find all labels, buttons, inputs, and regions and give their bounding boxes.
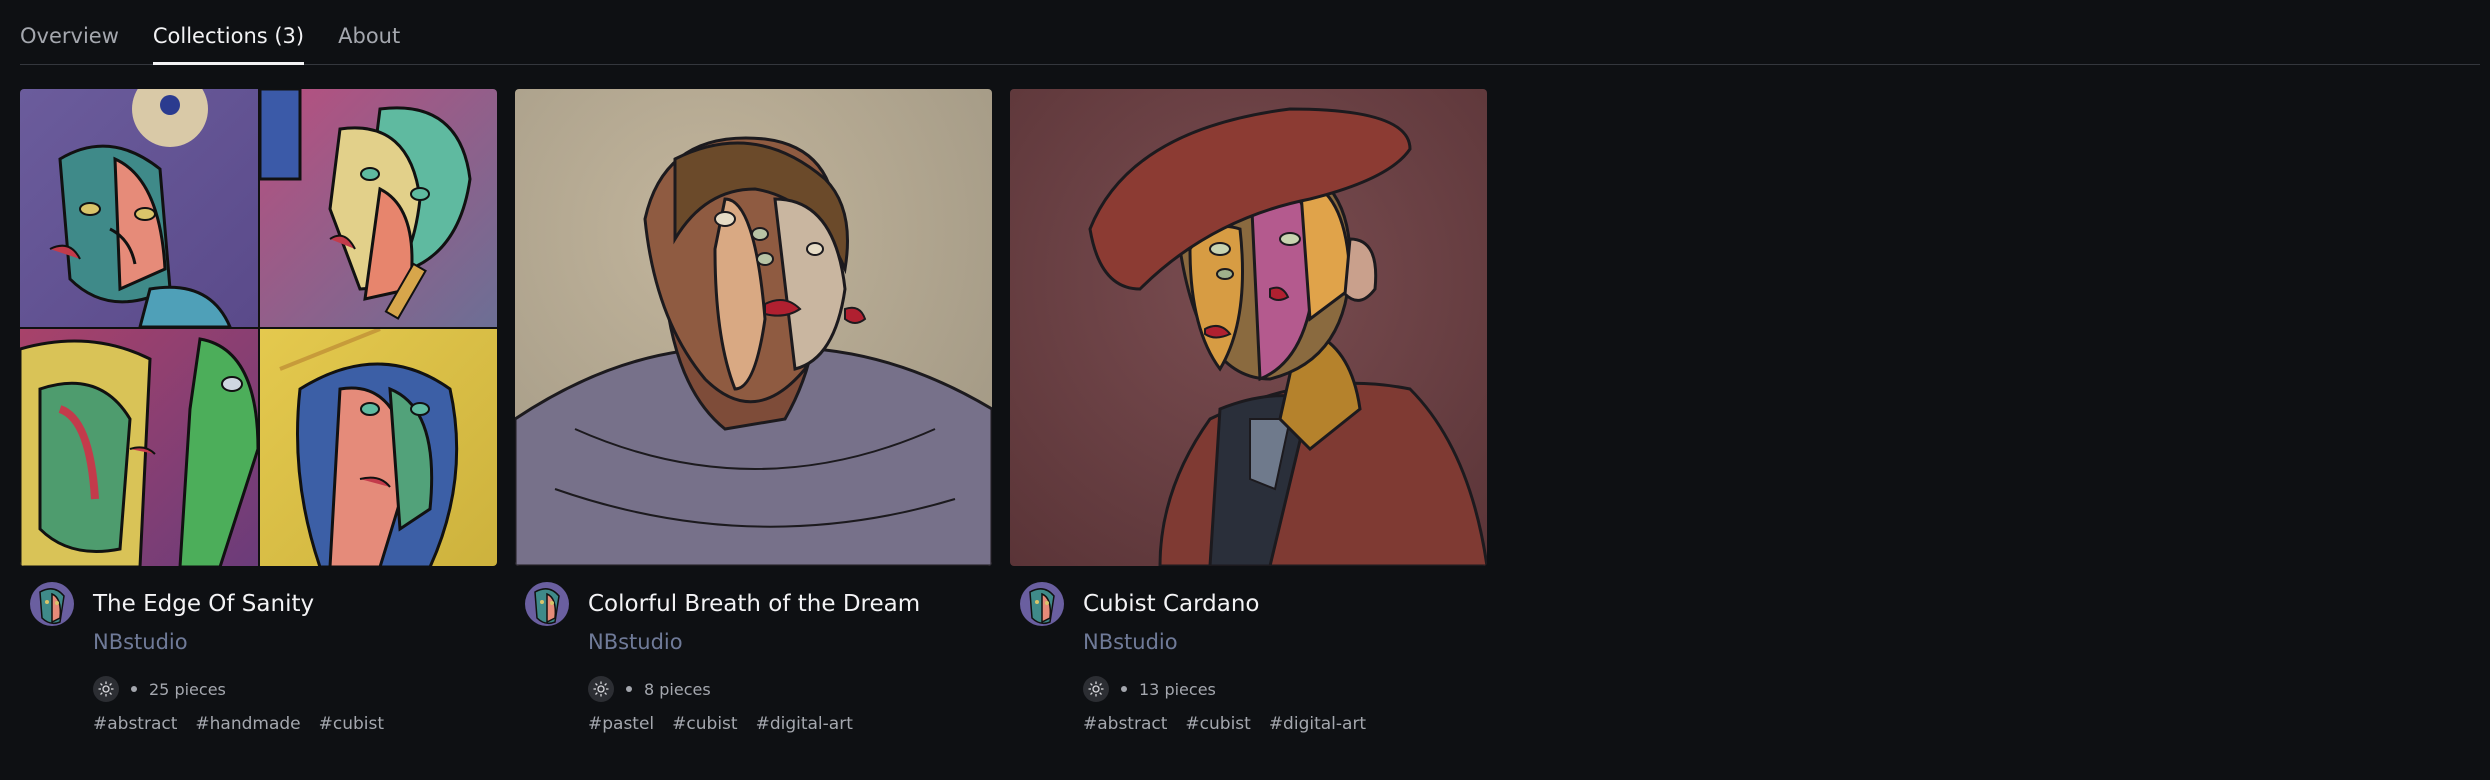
- tag-list: #pastel #cubist #digital-art: [588, 714, 992, 734]
- tag-link[interactable]: #pastel: [588, 714, 654, 734]
- collection-card: Cubist Cardano NBstudio 13 pieces #abstr…: [1010, 89, 1487, 734]
- collection-title[interactable]: The Edge Of Sanity: [93, 584, 497, 618]
- collection-meta: 25 pieces: [93, 676, 497, 702]
- tag-list: #abstract #cubist #digital-art: [1083, 714, 1487, 734]
- tag-link[interactable]: #digital-art: [756, 714, 853, 734]
- collection-cover-image[interactable]: [20, 89, 497, 566]
- collection-card: The Edge Of Sanity NBstudio 25 pieces #a…: [20, 89, 497, 734]
- collection-title[interactable]: Cubist Cardano: [1083, 584, 1487, 618]
- separator-dot: [131, 686, 137, 692]
- pieces-count: 13 pieces: [1139, 679, 1216, 699]
- collections-grid: The Edge Of Sanity NBstudio 25 pieces #a…: [20, 89, 1487, 734]
- pieces-count: 25 pieces: [149, 679, 226, 699]
- collection-author[interactable]: NBstudio: [93, 630, 497, 654]
- collection-meta: 13 pieces: [1083, 676, 1487, 702]
- collection-card: Colorful Breath of the Dream NBstudio 8 …: [515, 89, 992, 734]
- collection-info: Cubist Cardano NBstudio 13 pieces #abstr…: [1010, 566, 1487, 734]
- tag-link[interactable]: #digital-art: [1269, 714, 1366, 734]
- pieces-count: 8 pieces: [644, 679, 711, 699]
- sun-network-icon[interactable]: [93, 676, 119, 702]
- collection-author[interactable]: NBstudio: [588, 630, 992, 654]
- separator-dot: [626, 686, 632, 692]
- collection-meta: 8 pieces: [588, 676, 992, 702]
- tab-about[interactable]: About: [338, 24, 400, 64]
- sun-network-icon[interactable]: [1083, 676, 1109, 702]
- collection-cover-image[interactable]: [1010, 89, 1487, 566]
- tag-link[interactable]: #handmade: [195, 714, 300, 734]
- tab-collections[interactable]: Collections (3): [152, 24, 305, 65]
- collection-tabs: Overview Collections (3) About: [20, 0, 2480, 65]
- tab-overview[interactable]: Overview: [20, 24, 119, 64]
- creator-avatar[interactable]: [525, 582, 569, 626]
- collection-info: Colorful Breath of the Dream NBstudio 8 …: [515, 566, 992, 734]
- tag-link[interactable]: #abstract: [93, 714, 177, 734]
- collection-cover-image[interactable]: [515, 89, 992, 566]
- collection-author[interactable]: NBstudio: [1083, 630, 1487, 654]
- creator-avatar[interactable]: [1020, 582, 1064, 626]
- collection-info: The Edge Of Sanity NBstudio 25 pieces #a…: [20, 566, 497, 734]
- tag-list: #abstract #handmade #cubist: [93, 714, 497, 734]
- creator-avatar[interactable]: [30, 582, 74, 626]
- tag-link[interactable]: #cubist: [672, 714, 737, 734]
- sun-network-icon[interactable]: [588, 676, 614, 702]
- tag-link[interactable]: #cubist: [1185, 714, 1250, 734]
- tag-link[interactable]: #cubist: [319, 714, 384, 734]
- tag-link[interactable]: #abstract: [1083, 714, 1167, 734]
- collection-title[interactable]: Colorful Breath of the Dream: [588, 584, 992, 618]
- separator-dot: [1121, 686, 1127, 692]
